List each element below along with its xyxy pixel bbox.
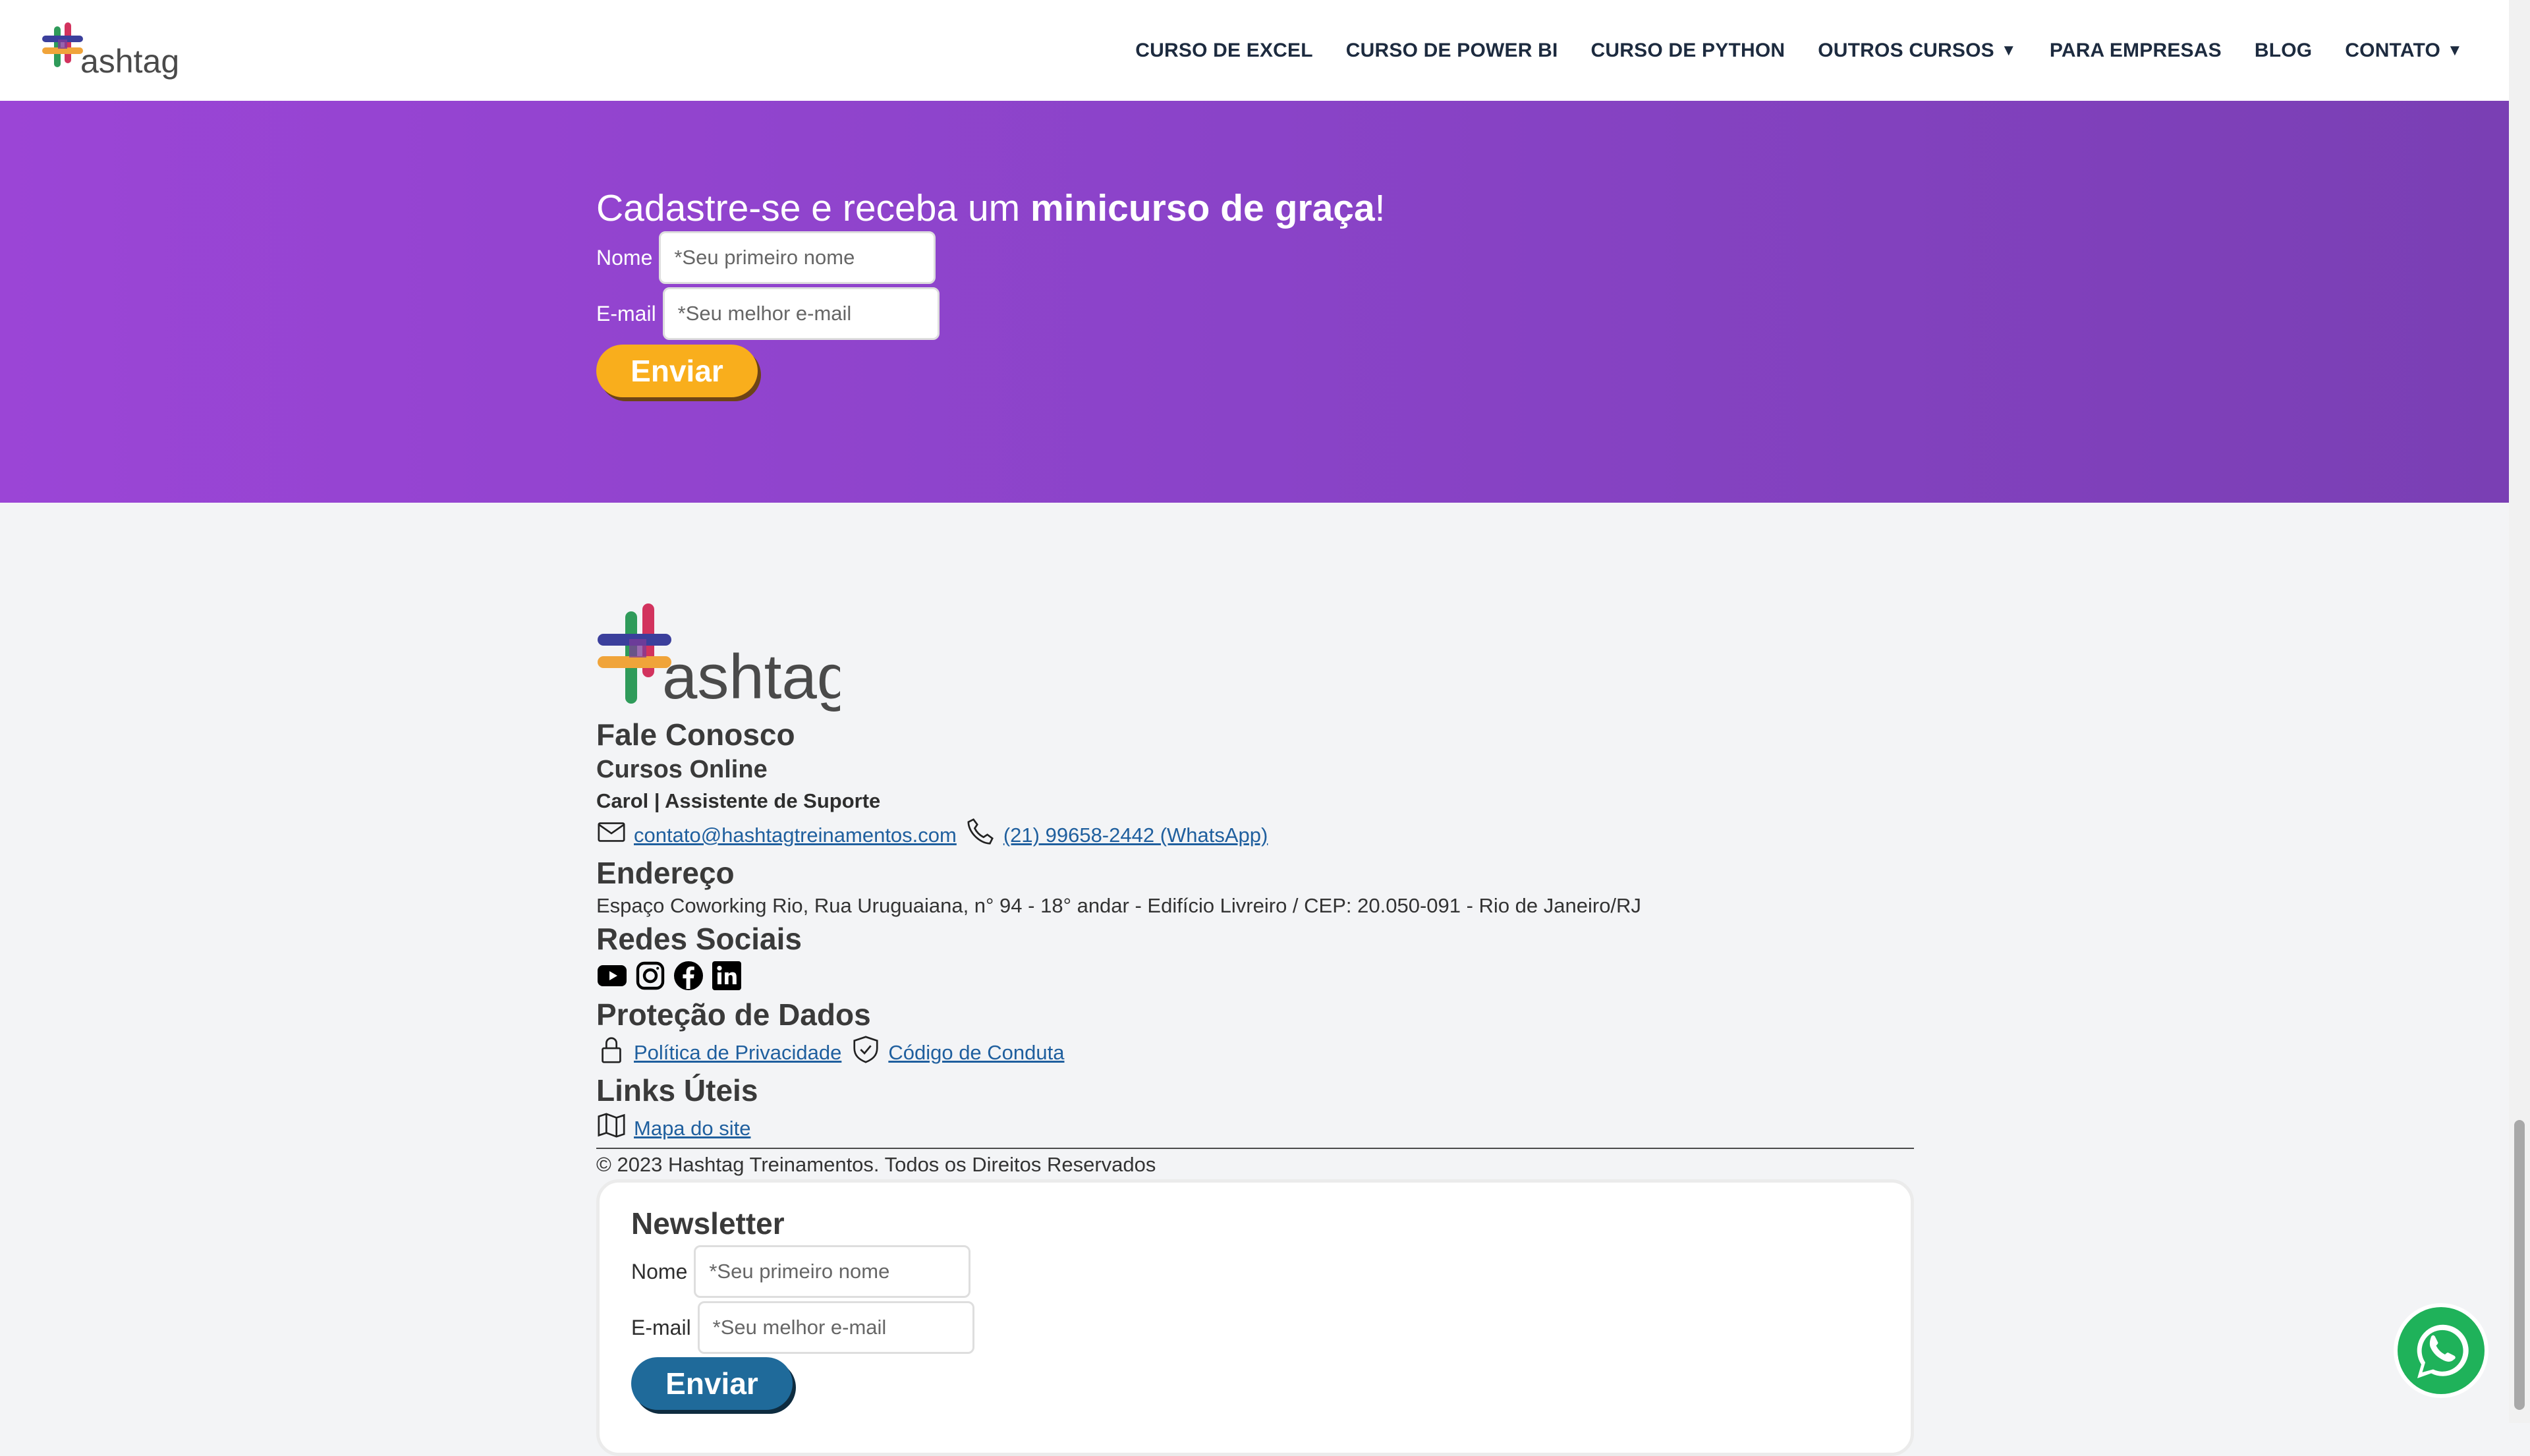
top-navigation-bar: ashtag CURSO DE EXCEL CURSO DE POWER BI … bbox=[0, 0, 2509, 101]
useful-links-heading: Links Úteis bbox=[596, 1073, 758, 1107]
main-nav: CURSO DE EXCEL CURSO DE POWER BI CURSO D… bbox=[1102, 0, 2463, 101]
page-scrollbar[interactable] bbox=[2509, 0, 2530, 1423]
chevron-down-icon: ▼ bbox=[2447, 41, 2463, 59]
nav-curso-power-bi[interactable]: CURSO DE POWER BI bbox=[1346, 40, 1558, 62]
whatsapp-icon[interactable] bbox=[2392, 1301, 2490, 1400]
privacy-links: Política de Privacidade Código de Condut… bbox=[596, 1034, 1065, 1065]
phone-icon bbox=[967, 818, 994, 845]
useful-links: Mapa do site bbox=[596, 1110, 751, 1140]
social-icons bbox=[596, 960, 749, 992]
social-heading: Redes Sociais bbox=[596, 922, 802, 956]
instagram-icon[interactable] bbox=[634, 960, 666, 992]
newsletter-email-input[interactable] bbox=[697, 1301, 974, 1354]
name-label: Nome bbox=[596, 245, 653, 269]
footer-divider bbox=[596, 1148, 1914, 1149]
signup-band: Cadastre-se e receba um minicurso de gra… bbox=[0, 101, 2509, 503]
scrollbar-thumb[interactable] bbox=[2514, 1120, 2525, 1410]
nav-para-empresas[interactable]: PARA EMPRESAS bbox=[2050, 40, 2222, 62]
svg-text:ashtag: ashtag bbox=[662, 642, 840, 712]
newsletter-title: Newsletter bbox=[631, 1206, 785, 1241]
nav-contato[interactable]: CONTATO ▼ bbox=[2345, 40, 2463, 62]
nav-outros-cursos[interactable]: OUTROS CURSOS ▼ bbox=[1818, 40, 2017, 62]
newsletter-name-input[interactable] bbox=[694, 1245, 971, 1298]
privacy-heading: Proteção de Dados bbox=[596, 997, 871, 1032]
address-text: Espaço Coworking Rio, Rua Uruguaiana, n°… bbox=[596, 894, 1641, 917]
copyright-text: © 2023 Hashtag Treinamentos. Todos os Di… bbox=[596, 1153, 1156, 1176]
sitemap-link[interactable]: Mapa do site bbox=[634, 1117, 751, 1140]
mail-icon bbox=[598, 822, 625, 842]
newsletter-name-row: Nome bbox=[631, 1245, 971, 1298]
email-input[interactable] bbox=[662, 287, 940, 340]
name-input[interactable] bbox=[659, 231, 936, 284]
newsletter-submit-button[interactable]: Enviar bbox=[631, 1357, 793, 1410]
hashtag-logo[interactable]: ashtag bbox=[40, 20, 178, 82]
contact-subheading: Cursos Online bbox=[596, 756, 768, 783]
email-label: E-mail bbox=[596, 301, 656, 325]
privacy-policy-link[interactable]: Política de Privacidade bbox=[634, 1041, 841, 1065]
nav-curso-python[interactable]: CURSO DE PYTHON bbox=[1591, 40, 1785, 62]
signup-submit-button[interactable]: Enviar bbox=[596, 345, 758, 397]
chevron-down-icon: ▼ bbox=[2000, 41, 2017, 59]
newsletter-card: Newsletter Nome E-mail Enviar bbox=[596, 1179, 1914, 1456]
email-link[interactable]: contato@hashtagtreinamentos.com bbox=[634, 824, 957, 847]
svg-text:ashtag: ashtag bbox=[80, 43, 178, 80]
nav-curso-excel[interactable]: CURSO DE EXCEL bbox=[1135, 40, 1313, 62]
lock-icon bbox=[602, 1037, 621, 1063]
newsletter-email-row: E-mail bbox=[631, 1301, 974, 1354]
youtube-icon[interactable] bbox=[596, 960, 628, 992]
contact-person: Carol | Assistente de Suporte bbox=[596, 789, 881, 812]
signup-title: Cadastre-se e receba um minicurso de gra… bbox=[596, 187, 1386, 229]
linkedin-icon[interactable] bbox=[711, 960, 743, 992]
facebook-icon[interactable] bbox=[673, 960, 704, 992]
map-icon bbox=[598, 1113, 625, 1138]
name-label: Nome bbox=[631, 1259, 688, 1283]
nav-blog[interactable]: BLOG bbox=[2255, 40, 2312, 62]
phone-link[interactable]: (21) 99658-2442 (WhatsApp) bbox=[1003, 824, 1268, 847]
address-heading: Endereço bbox=[596, 856, 735, 890]
code-of-conduct-link[interactable]: Código de Conduta bbox=[888, 1041, 1064, 1065]
signup-name-row: Nome bbox=[596, 231, 936, 284]
shield-check-icon bbox=[853, 1036, 878, 1063]
contact-links: contato@hashtagtreinamentos.com (21) 996… bbox=[596, 817, 1268, 847]
contact-heading: Fale Conosco bbox=[596, 717, 795, 752]
signup-email-row: E-mail bbox=[596, 287, 940, 340]
hashtag-logo: ashtag bbox=[598, 603, 840, 712]
email-label: E-mail bbox=[631, 1315, 691, 1339]
